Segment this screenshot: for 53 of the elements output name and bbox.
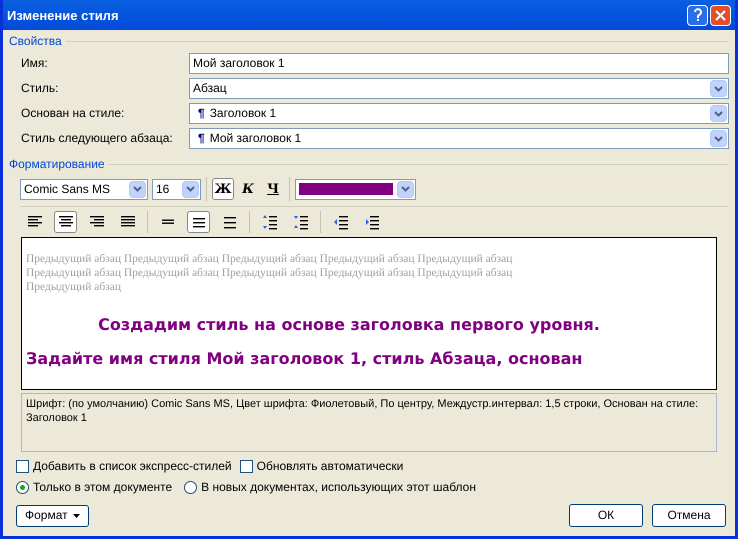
radio-button[interactable]: [16, 481, 29, 494]
section-heading: Форматирование: [9, 157, 105, 172]
field-label: Имя:: [21, 56, 49, 71]
field-label: Стиль следующего абзаца:: [21, 131, 174, 146]
paragraph-lines-icon: [262, 214, 278, 230]
field-value: Абзац: [193, 81, 228, 96]
format-menu-button[interactable]: Формат: [16, 504, 89, 526]
dropdown-field[interactable]: ¶ Заголовок 1: [189, 103, 729, 124]
checkbox-label: Добавить в список экспресс-стилей: [33, 459, 232, 474]
format-toggle-button[interactable]: К: [237, 178, 259, 200]
radio-label: Только в этом документе: [33, 480, 172, 495]
help-button[interactable]: [687, 4, 708, 26]
close-button[interactable]: [710, 4, 731, 26]
size-dropdown[interactable]: 16: [152, 178, 201, 200]
pilcrow-icon: ¶: [198, 131, 205, 146]
radio-button[interactable]: [184, 481, 198, 494]
section-heading: Свойства: [9, 34, 62, 49]
dropdown-field[interactable]: Абзац: [189, 78, 729, 99]
checkbox[interactable]: [240, 460, 253, 473]
format-toggle-button[interactable]: Ч: [262, 178, 284, 200]
style-description: Шрифт: (по умолчанию) Comic Sans MS, Цвет шрифта: Фиолетовый, По центру, Междустр.интервал: 1,5 строки, Основан на стиле: Заголовок 1: [26, 397, 700, 425]
one-half-button[interactable]: [187, 211, 210, 233]
field-label: Стиль:: [21, 81, 60, 96]
previous-paragraph-text: Предыдущий абзац Предыдущий абзац Предыдущий абзац Предыдущий абзац Предыдущий абзац: [26, 266, 514, 280]
format-toggle-button[interactable]: Ж: [212, 178, 234, 200]
help-icon: [692, 8, 702, 22]
field-label: Основан на стиле:: [21, 106, 126, 121]
dropdown-field[interactable]: ¶ Мой заголовок 1: [189, 128, 729, 149]
color-dropdown[interactable]: [295, 178, 416, 200]
field-value: 16: [156, 182, 170, 196]
window-title: Изменение стиля: [7, 8, 120, 22]
sample-text: Создадим стиль на основе заголовка первого уровня.: [97, 314, 601, 336]
checkbox[interactable]: [16, 460, 29, 473]
field-value: Заголовок 1: [210, 106, 278, 121]
close-icon: [715, 10, 726, 20]
field-value: Мой заголовок 1: [210, 131, 302, 146]
previous-paragraph-text: Предыдущий абзац: [26, 280, 122, 294]
text-field[interactable]: Мой заголовок 1: [189, 53, 729, 74]
ok-button[interactable]: ОК: [569, 504, 643, 527]
paragraph-lines-icon: [364, 214, 380, 230]
sample-text: Задайте имя стиля Мой заголовок 1, стиль Абзаца, основан: [26, 348, 584, 370]
previous-paragraph-text: Предыдущий абзац Предыдущий абзац Предыдущий абзац Предыдущий абзац Предыдущий абзац: [26, 252, 514, 266]
pilcrow-icon: ¶: [198, 106, 205, 121]
checkbox-label: Обновлять автоматически: [256, 459, 404, 474]
caret-icon: [72, 514, 80, 518]
align-center-button[interactable]: [54, 211, 77, 233]
paragraph-lines-icon: [292, 214, 308, 230]
field-value: Comic Sans MS: [24, 182, 112, 196]
font-dropdown[interactable]: Comic Sans MS: [20, 178, 148, 200]
paragraph-lines-icon: [332, 214, 348, 230]
cancel-button[interactable]: Отмена: [652, 504, 726, 527]
radio-label: В новых документах, использующих этот шаблон: [201, 480, 476, 495]
paragraph-lines-icon: [160, 219, 176, 225]
